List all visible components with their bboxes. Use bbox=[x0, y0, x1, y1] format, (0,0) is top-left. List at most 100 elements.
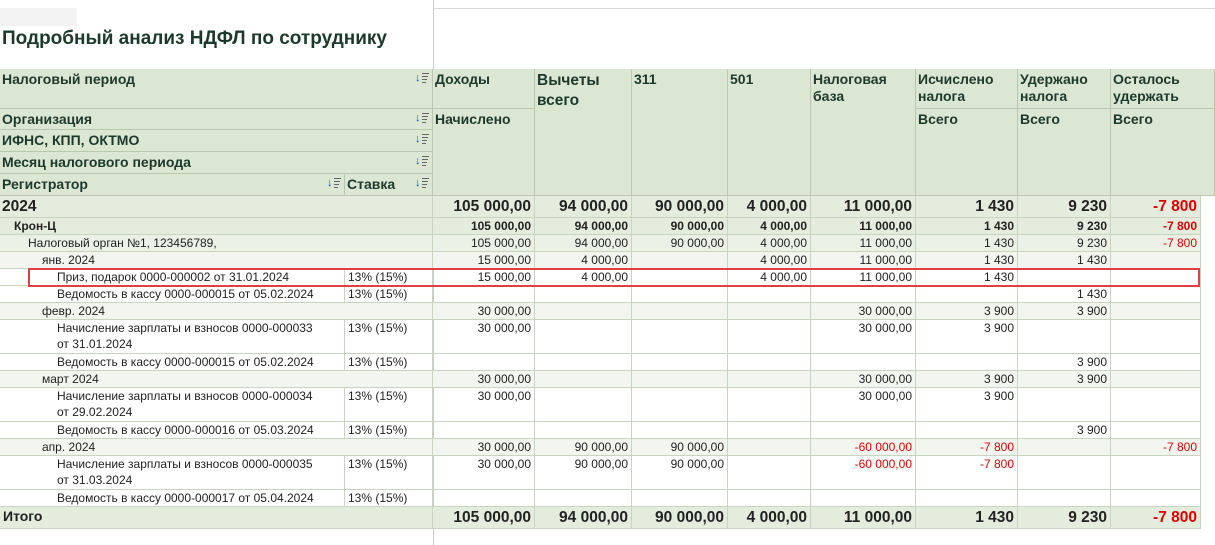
header-month[interactable]: Месяц налогового периода ↓ bbox=[0, 152, 433, 174]
header-ifns[interactable]: ИФНС, КПП, ОКТМО ↓ bbox=[0, 130, 433, 152]
income-cell: 15 000,00 bbox=[433, 269, 535, 286]
total-withheld-cell: 9 230 bbox=[1018, 507, 1111, 529]
rate-cell: 13% (15%) bbox=[345, 354, 433, 371]
row-label-text: Начисление зарплаты и взносов 0000-00003… bbox=[57, 389, 313, 403]
header-registrar[interactable]: Регистратор ↓ bbox=[0, 174, 345, 196]
c311-cell bbox=[632, 320, 728, 354]
base-cell: 11 000,00 bbox=[811, 269, 916, 286]
header-deductions[interactable]: Вычеты всего bbox=[535, 69, 632, 196]
sort-registrar-icon[interactable]: ↓ bbox=[327, 177, 341, 189]
row-label: Приз, подарок 0000-000002 от 31.01.2024 bbox=[0, 269, 345, 286]
sort-month-icon[interactable]: ↓ bbox=[415, 155, 429, 167]
base-cell bbox=[811, 354, 916, 371]
income-cell: 30 000,00 bbox=[433, 320, 535, 354]
c311-cell bbox=[632, 490, 728, 507]
row-label-text: 2024 bbox=[2, 198, 37, 215]
row-label: Ведомость в кассу 0000-000015 от 05.02.2… bbox=[0, 354, 345, 371]
header-organization[interactable]: Организация ↓ bbox=[0, 109, 433, 130]
income-cell: 105 000,00 bbox=[433, 235, 535, 252]
header-withheld-label: Удержано налога bbox=[1020, 71, 1088, 104]
row-label-text: Начисление зарплаты и взносов 0000-00003… bbox=[57, 457, 313, 471]
sort-ifns-icon[interactable]: ↓ bbox=[415, 133, 429, 145]
report-title: Подробный анализ НДФЛ по сотруднику bbox=[2, 28, 387, 49]
c501-cell bbox=[728, 490, 811, 507]
sort-organization-icon[interactable]: ↓ bbox=[415, 112, 429, 124]
calc-cell: 1 430 bbox=[916, 252, 1018, 269]
base-cell bbox=[811, 286, 916, 303]
header-withheld[interactable]: Удержано налога bbox=[1018, 69, 1111, 109]
total-income-cell: 105 000,00 bbox=[433, 507, 535, 529]
header-tax-base-label: Налоговая база bbox=[813, 71, 887, 104]
header-withheld-sub[interactable]: Всего bbox=[1018, 109, 1111, 196]
remain-cell bbox=[1111, 320, 1201, 354]
calc-cell: 1 430 bbox=[916, 196, 1018, 218]
header-rate[interactable]: Ставка ↓ bbox=[345, 174, 433, 196]
remain-cell bbox=[1111, 303, 1201, 320]
income-cell bbox=[433, 354, 535, 371]
sort-tax-period-icon[interactable]: ↓ bbox=[415, 72, 429, 84]
header-calc-tax-sub-label: Всего bbox=[918, 111, 958, 127]
remain-cell bbox=[1111, 269, 1201, 286]
header-tax-base[interactable]: Налоговая база bbox=[811, 69, 916, 196]
base-cell: 11 000,00 bbox=[811, 218, 916, 235]
deductions-cell bbox=[535, 422, 632, 439]
header-remain-label: Осталось удержать bbox=[1113, 71, 1180, 104]
total-base-cell: 11 000,00 bbox=[811, 507, 916, 529]
row-label: Ведомость в кассу 0000-000016 от 05.03.2… bbox=[0, 422, 345, 439]
row-label: 2024 bbox=[0, 196, 433, 218]
toolbar-placeholder bbox=[0, 8, 77, 26]
c501-cell bbox=[728, 286, 811, 303]
c501-cell bbox=[728, 354, 811, 371]
withheld-cell: 3 900 bbox=[1018, 354, 1111, 371]
row-label-text: Приз, подарок 0000-000002 от 31.01.2024 bbox=[57, 270, 290, 284]
header-organization-label: Организация bbox=[2, 111, 93, 127]
base-cell bbox=[811, 422, 916, 439]
deductions-cell: 94 000,00 bbox=[535, 235, 632, 252]
header-calc-tax-sub[interactable]: Всего bbox=[916, 109, 1018, 196]
total-deductions-cell: 94 000,00 bbox=[535, 507, 632, 529]
header-501[interactable]: 501 bbox=[728, 69, 811, 196]
income-cell: 105 000,00 bbox=[433, 196, 535, 218]
c311-cell: 90 000,00 bbox=[632, 439, 728, 456]
withheld-cell bbox=[1018, 456, 1111, 490]
header-remain-sub[interactable]: Всего bbox=[1111, 109, 1215, 196]
base-cell: 30 000,00 bbox=[811, 388, 916, 422]
c311-cell: 90 000,00 bbox=[632, 218, 728, 235]
sort-rate-icon[interactable]: ↓ bbox=[415, 177, 429, 189]
header-income-sub-label: Начислено bbox=[435, 111, 511, 127]
header-311[interactable]: 311 bbox=[632, 69, 728, 196]
rate-cell: 13% (15%) bbox=[345, 320, 433, 354]
header-remain[interactable]: Осталось удержать bbox=[1111, 69, 1215, 109]
row-label: февр. 2024 bbox=[0, 303, 433, 320]
rate-cell: 13% (15%) bbox=[345, 490, 433, 507]
withheld-cell: 3 900 bbox=[1018, 422, 1111, 439]
calc-cell bbox=[916, 490, 1018, 507]
remain-cell bbox=[1111, 252, 1201, 269]
base-cell: 30 000,00 bbox=[811, 303, 916, 320]
row-label: Ведомость в кассу 0000-000017 от 05.04.2… bbox=[0, 490, 345, 507]
income-cell: 105 000,00 bbox=[433, 218, 535, 235]
deductions-cell bbox=[535, 388, 632, 422]
c501-cell: 4 000,00 bbox=[728, 218, 811, 235]
withheld-cell: 9 230 bbox=[1018, 218, 1111, 235]
deductions-cell: 4 000,00 bbox=[535, 252, 632, 269]
income-cell: 30 000,00 bbox=[433, 303, 535, 320]
header-tax-period[interactable]: Налоговый период ↓ bbox=[0, 69, 433, 109]
header-ifns-label: ИФНС, КПП, ОКТМО bbox=[2, 132, 140, 148]
row-label: Крон-Ц bbox=[0, 218, 433, 235]
header-income-sub[interactable]: Начислено bbox=[433, 109, 535, 196]
header-rate-label: Ставка bbox=[347, 176, 396, 192]
total-calc-cell: 1 430 bbox=[916, 507, 1018, 529]
remain-cell: -7 800 bbox=[1111, 439, 1201, 456]
rate-cell: 13% (15%) bbox=[345, 388, 433, 422]
calc-cell: -7 800 bbox=[916, 439, 1018, 456]
income-cell: 15 000,00 bbox=[433, 252, 535, 269]
c501-cell bbox=[728, 456, 811, 490]
total-c311-cell: 90 000,00 bbox=[632, 507, 728, 529]
header-income[interactable]: Доходы bbox=[433, 69, 535, 109]
row-label-text: Налоговый орган №1, 123456789, bbox=[28, 236, 217, 250]
row-label-text: янв. 2024 bbox=[42, 253, 95, 267]
header-tax-period-label: Налоговый период bbox=[2, 71, 136, 87]
header-calc-tax[interactable]: Исчислено налога bbox=[916, 69, 1018, 109]
row-label-text-2: от 31.01.2024 bbox=[57, 337, 133, 351]
